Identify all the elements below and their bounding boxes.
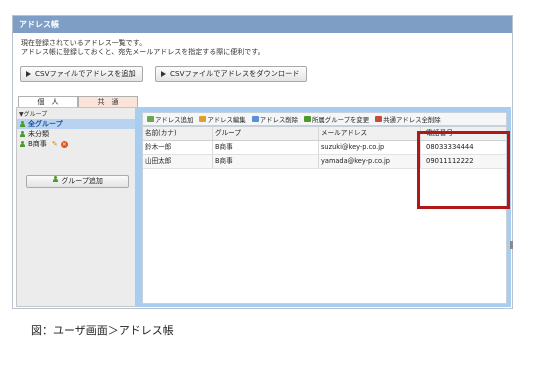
scrollbar-thumb[interactable] bbox=[510, 241, 513, 249]
play-icon bbox=[161, 71, 166, 77]
edit-address-icon bbox=[199, 116, 207, 122]
export-csv-label: CSVファイルでアドレスをダウンロード bbox=[170, 69, 300, 78]
play-icon bbox=[26, 71, 31, 77]
change-group-button[interactable]: 所属グループを変更 bbox=[302, 115, 371, 124]
column-header-name[interactable]: 名前(カナ) bbox=[143, 127, 213, 140]
group-sidebar: ▼グループ 全グループ 未分類 B商事 ✎ × グループ追加 bbox=[16, 107, 136, 307]
delete-address-icon bbox=[251, 116, 259, 122]
change-group-label: 所属グループを変更 bbox=[312, 115, 370, 124]
add-address-button[interactable]: アドレス追加 bbox=[145, 115, 195, 124]
group-icon bbox=[19, 140, 26, 148]
import-csv-button[interactable]: CSVファイルでアドレスを追加 bbox=[20, 66, 143, 82]
tab-personal[interactable]: 個 人 bbox=[18, 96, 78, 107]
delete-address-label: アドレス削除 bbox=[259, 115, 299, 124]
description-line-1: 現在登録されているアドレス一覧です。 bbox=[21, 39, 147, 47]
tab-bar: 個 人 共 通 bbox=[18, 96, 138, 107]
edit-address-button[interactable]: アドレス編集 bbox=[197, 115, 247, 124]
address-book-window: アドレス帳 現在登録されているアドレス一覧です。 アドレス帳に登録しておくと、宛… bbox=[12, 15, 513, 309]
cell-group: B商事 bbox=[213, 141, 319, 154]
tree-header[interactable]: ▼グループ bbox=[17, 108, 135, 119]
sidebar-item-label: B商事 bbox=[28, 140, 47, 148]
delete-icon[interactable]: × bbox=[60, 140, 68, 148]
description: 現在登録されているアドレス一覧です。 アドレス帳に登録しておくと、宛先メールアド… bbox=[21, 39, 265, 57]
delete-address-button[interactable]: アドレス削除 bbox=[250, 115, 300, 124]
toolbar: アドレス追加 アドレス編集 アドレス削除 所属グループを変更 共通アドレス全削除 bbox=[142, 112, 507, 126]
pencil-icon[interactable]: ✎ bbox=[52, 140, 59, 148]
group-icon bbox=[19, 130, 26, 138]
column-header-group[interactable]: グループ bbox=[213, 127, 319, 140]
group-icon bbox=[19, 120, 26, 128]
cell-name: 山田太郎 bbox=[143, 155, 213, 168]
change-group-icon bbox=[304, 116, 312, 122]
export-csv-button[interactable]: CSVファイルでアドレスをダウンロード bbox=[155, 66, 307, 82]
add-address-icon bbox=[147, 116, 154, 122]
delete-all-shared-button[interactable]: 共通アドレス全削除 bbox=[373, 115, 443, 124]
sidebar-item-b-shoji[interactable]: B商事 ✎ × bbox=[17, 139, 135, 149]
edit-address-label: アドレス編集 bbox=[207, 115, 246, 124]
add-address-label: アドレス追加 bbox=[155, 115, 194, 124]
sidebar-item-all-groups[interactable]: 全グループ bbox=[17, 119, 135, 129]
cell-group: B商事 bbox=[213, 155, 319, 168]
group-add-label: グループ追加 bbox=[61, 177, 103, 185]
window-title: アドレス帳 bbox=[13, 16, 512, 33]
sidebar-item-label: 全グループ bbox=[28, 120, 63, 128]
cell-email: suzuki@key-p.co.jp bbox=[319, 141, 421, 154]
group-add-button[interactable]: グループ追加 bbox=[26, 175, 129, 188]
delete-all-icon bbox=[375, 116, 383, 122]
delete-all-shared-label: 共通アドレス全削除 bbox=[383, 115, 441, 124]
cell-email: yamada@key-p.co.jp bbox=[319, 155, 421, 168]
import-csv-label: CSVファイルでアドレスを追加 bbox=[35, 69, 136, 78]
figure-caption: 図：ユーザ画面＞アドレス帳 bbox=[31, 324, 174, 337]
column-header-email[interactable]: メールアドレス bbox=[319, 127, 421, 140]
sidebar-item-label: 未分類 bbox=[28, 130, 49, 138]
description-line-2: アドレス帳に登録しておくと、宛先メールアドレスを指定する際に便利です。 bbox=[21, 48, 265, 56]
cell-name: 鈴木一郎 bbox=[143, 141, 213, 154]
group-icon bbox=[52, 176, 59, 183]
sidebar-item-uncategorized[interactable]: 未分類 bbox=[17, 129, 135, 139]
tab-shared[interactable]: 共 通 bbox=[78, 96, 138, 107]
phone-column-highlight bbox=[417, 131, 510, 209]
